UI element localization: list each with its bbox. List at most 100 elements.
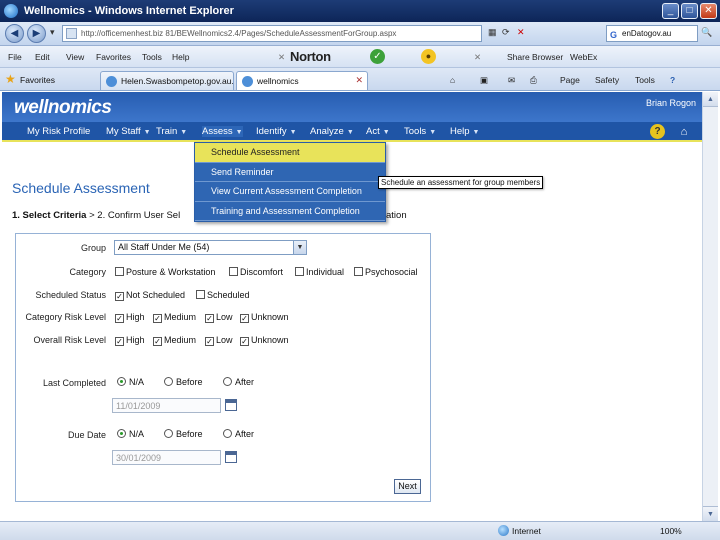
chevron-down-icon[interactable]: ▼ <box>293 241 306 254</box>
nav-my-risk-profile[interactable]: My Risk Profile <box>27 126 90 137</box>
scroll-down-icon[interactable]: ▼ <box>703 506 718 521</box>
menu-item-training-completion[interactable]: Training and Assessment Completion <box>195 202 385 221</box>
radio-circle[interactable] <box>117 377 126 386</box>
history-dropdown-icon[interactable]: ▾ <box>50 27 55 38</box>
nav-my-staff[interactable]: My Staff ▼ <box>106 126 151 137</box>
category-risk-medium-checkbox[interactable]: ✓ Medium <box>153 312 196 323</box>
last-completed-date-input[interactable]: 11/01/2009 <box>112 398 221 413</box>
menu-edit[interactable]: Edit <box>35 52 50 62</box>
checkbox-box[interactable]: ✓ <box>153 314 162 323</box>
category-discomfort-checkbox[interactable]: Discomfort <box>229 267 283 277</box>
radio-circle[interactable] <box>223 429 232 438</box>
print-icon[interactable]: ⎙ <box>530 75 537 86</box>
nav-act[interactable]: Act ▼ <box>366 126 390 137</box>
tab-close-icon[interactable]: ✕ <box>355 75 363 86</box>
home-icon[interactable]: ⌂ <box>450 75 455 85</box>
norton-lock-icon[interactable]: ● <box>421 49 436 64</box>
nav-identify[interactable]: Identify ▼ <box>256 126 297 137</box>
norton-safe-icon[interactable]: ✓ <box>370 49 385 64</box>
checkbox-box[interactable] <box>229 267 238 276</box>
checkbox-box[interactable]: ✓ <box>115 337 124 346</box>
next-button[interactable]: Next <box>394 479 421 494</box>
status-scheduled-checkbox[interactable]: Scheduled <box>196 290 250 300</box>
calendar-icon[interactable] <box>225 399 237 411</box>
pin-icon[interactable]: ⌂ <box>676 124 692 140</box>
checkbox-box[interactable]: ✓ <box>153 337 162 346</box>
help-icon[interactable]: ? <box>650 124 665 139</box>
menu-item-send-reminder[interactable]: Send Reminder <box>195 163 385 182</box>
checkbox-box[interactable] <box>354 267 363 276</box>
overall-risk-unknown-checkbox[interactable]: ✓ Unknown <box>240 335 289 346</box>
favorites-star-icon[interactable]: ★ <box>5 72 16 86</box>
mail-icon[interactable]: ✉ <box>508 75 515 86</box>
last-completed-na-radio[interactable]: N/A <box>117 377 144 387</box>
due-date-before-radio[interactable]: Before <box>164 429 203 439</box>
scroll-up-icon[interactable]: ▲ <box>703 92 718 107</box>
favorites-button[interactable]: Favorites <box>20 75 55 85</box>
overall-risk-low-checkbox[interactable]: ✓ Low <box>205 335 233 346</box>
tools-menu[interactable]: Tools <box>635 75 655 85</box>
nav-train[interactable]: Train ▼ <box>156 126 187 137</box>
checkbox-box[interactable]: ✓ <box>240 337 249 346</box>
last-completed-after-radio[interactable]: After <box>223 377 254 387</box>
checkbox-box[interactable]: ✓ <box>115 292 124 301</box>
radio-circle[interactable] <box>223 377 232 386</box>
menu-file[interactable]: File <box>8 52 22 62</box>
checkbox-box[interactable] <box>115 267 124 276</box>
group-select[interactable]: All Staff Under Me (54) ▼ <box>114 240 307 255</box>
due-date-after-radio[interactable]: After <box>223 429 254 439</box>
toolbar-close-icon[interactable]: ✕ <box>278 52 285 63</box>
back-icon[interactable]: ◀ <box>5 24 24 43</box>
address-input[interactable]: http://officemenhest.biz 81/BEWellnomics… <box>62 25 482 42</box>
page-menu[interactable]: Page <box>560 75 580 85</box>
category-psychosocial-checkbox[interactable]: Psychosocial <box>354 267 418 277</box>
category-risk-high-checkbox[interactable]: ✓ High <box>115 312 145 323</box>
due-date-input[interactable]: 30/01/2009 <box>112 450 221 465</box>
nav-analyze[interactable]: Analyze ▼ <box>310 126 354 137</box>
links-close-icon[interactable]: ✕ <box>474 52 481 63</box>
overall-risk-medium-checkbox[interactable]: ✓ Medium <box>153 335 196 346</box>
forward-icon[interactable]: ▶ <box>27 24 46 43</box>
category-risk-unknown-checkbox[interactable]: ✓ Unknown <box>240 312 289 323</box>
safety-menu[interactable]: Safety <box>595 75 619 85</box>
search-go-icon[interactable]: 🔍 <box>701 27 712 38</box>
close-button[interactable]: ✕ <box>700 3 717 19</box>
nav-assess[interactable]: Assess ▼ <box>202 126 243 137</box>
calendar-icon[interactable] <box>225 451 237 463</box>
menu-view[interactable]: View <box>66 52 84 62</box>
checkbox-box[interactable] <box>196 290 205 299</box>
minimize-button[interactable]: _ <box>662 3 679 19</box>
category-risk-low-checkbox[interactable]: ✓ Low <box>205 312 233 323</box>
last-completed-before-radio[interactable]: Before <box>164 377 203 387</box>
search-input[interactable]: G enDatogov.au <box>606 25 698 42</box>
radio-circle[interactable] <box>117 429 126 438</box>
checkbox-box[interactable]: ✓ <box>205 314 214 323</box>
norton-toolbar-button[interactable]: Norton <box>290 49 331 64</box>
feeds-icon[interactable]: ▣ <box>480 75 488 86</box>
checkbox-box[interactable]: ✓ <box>240 314 249 323</box>
menu-tools[interactable]: Tools <box>142 52 162 62</box>
menu-item-schedule-assessment[interactable]: Schedule Assessment <box>195 143 385 163</box>
tab-helen[interactable]: Helen.Swasbompetop.gov.au... <box>100 71 234 90</box>
status-not-scheduled-checkbox[interactable]: ✓ Not Scheduled <box>115 290 185 301</box>
overall-risk-high-checkbox[interactable]: ✓ High <box>115 335 145 346</box>
radio-circle[interactable] <box>164 429 173 438</box>
refresh-icon[interactable]: ⟳ <box>502 27 510 38</box>
checkbox-box[interactable]: ✓ <box>115 314 124 323</box>
menu-help[interactable]: Help <box>172 52 189 62</box>
help-menu-icon[interactable]: ? <box>670 75 675 85</box>
menu-item-view-completion[interactable]: View Current Assessment Completion <box>195 182 385 202</box>
nav-help[interactable]: Help ▼ <box>450 126 479 137</box>
zoom-level[interactable]: 100% <box>660 526 682 536</box>
nav-tools[interactable]: Tools ▼ <box>404 126 436 137</box>
category-individual-checkbox[interactable]: Individual <box>295 267 344 277</box>
stop-icon[interactable]: ✕ <box>517 27 525 38</box>
due-date-na-radio[interactable]: N/A <box>117 429 144 439</box>
category-posture-checkbox[interactable]: Posture & Workstation <box>115 267 215 277</box>
checkbox-box[interactable] <box>295 267 304 276</box>
webex-link[interactable]: WebEx <box>570 52 597 62</box>
checkbox-box[interactable]: ✓ <box>205 337 214 346</box>
vertical-scrollbar[interactable]: ▲ ▼ <box>702 92 718 521</box>
maximize-button[interactable]: □ <box>681 3 698 19</box>
compatibility-icon[interactable]: ▦ <box>488 27 497 38</box>
